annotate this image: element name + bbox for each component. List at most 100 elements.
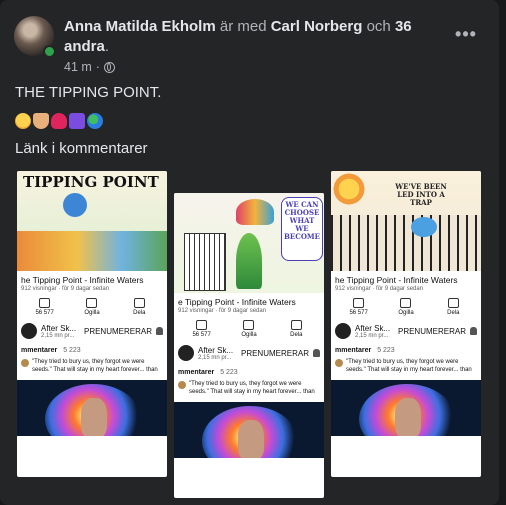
- video-stats: 912 visningar · för 9 dagar sedan: [21, 286, 110, 292]
- channel-name[interactable]: After Sk...: [41, 324, 76, 333]
- post-header: Anna Matilda Ekholm är med Carl Norberg …: [64, 17, 444, 57]
- video-stats: 912 visningar · för 9 dagar sedan: [178, 308, 267, 314]
- subscribe-button[interactable]: PRENUMERERAR: [241, 349, 309, 358]
- globe-icon: [87, 113, 103, 129]
- video-stats: 912 visningar · för 9 dagar sedan: [335, 286, 424, 292]
- period: .: [104, 38, 110, 55]
- video-title[interactable]: he Tipping Point - Infinite Waters: [17, 271, 167, 285]
- top-comment: "They tried to bury us, they forgot we w…: [17, 357, 167, 376]
- subscribe-button[interactable]: PRENUMERERAR: [84, 327, 152, 336]
- comments-header[interactable]: mmentarer 5 223: [17, 344, 167, 357]
- comments-label: mmentarer: [178, 369, 215, 376]
- channel-name[interactable]: After Sk...: [355, 324, 390, 333]
- comments-count: 5 223: [220, 369, 238, 376]
- video-preview[interactable]: [174, 402, 324, 458]
- dislike-label: Ogilla: [398, 310, 414, 316]
- comments-header[interactable]: mmentarer 5 223: [331, 344, 481, 357]
- like-count: 56 577: [192, 332, 211, 338]
- video-preview[interactable]: [17, 380, 167, 436]
- video-thumbnail-1[interactable]: TIPPING POINT he Tipping Point - Infinit…: [17, 171, 167, 477]
- smiling-face-with-hearts-icon: [15, 113, 31, 129]
- post-time[interactable]: 41 m: [64, 60, 92, 74]
- like-button[interactable]: 56 577: [187, 320, 217, 338]
- video-thumbnail-2[interactable]: WE CAN CHOOSE WHAT WE BECOME e Tipping P…: [174, 193, 324, 498]
- with-text: är med: [215, 18, 271, 35]
- red-heart-icon: [51, 113, 67, 129]
- channel-name[interactable]: After Sk...: [198, 346, 233, 355]
- earth-drawing: [63, 193, 87, 217]
- channel-avatar[interactable]: [178, 345, 194, 361]
- plant-drawing: [236, 233, 262, 289]
- action-row: 56 577 Ogilla Dela: [331, 292, 481, 318]
- speaker-image: [238, 420, 264, 458]
- action-row: 56 577 Ogilla Dela: [17, 292, 167, 318]
- comment-text: "They tried to bury us, they forgot we w…: [346, 359, 472, 373]
- thumbs-up-icon: [353, 298, 365, 308]
- commenter-avatar: [21, 359, 29, 367]
- figures-drawing: [411, 217, 437, 237]
- comments-count: 5 223: [63, 347, 81, 354]
- link-in-comments: Länk i kommentarer: [15, 140, 148, 157]
- comments-header[interactable]: mmentarer 5 223: [174, 366, 324, 379]
- post-meta: 41 m ·: [64, 60, 115, 74]
- share-icon: [447, 298, 459, 308]
- share-label: Dela: [133, 310, 146, 316]
- channel-avatar[interactable]: [335, 323, 351, 339]
- art-title: TIPPING POINT: [23, 173, 159, 191]
- illustration: WE'VE BEEN LED INTO A TRAP: [331, 171, 481, 271]
- speaker-image: [395, 398, 421, 436]
- comments-count: 5 223: [377, 347, 395, 354]
- share-label: Dela: [447, 310, 460, 316]
- like-button[interactable]: 56 577: [344, 298, 374, 316]
- dislike-button[interactable]: Ogilla: [77, 298, 107, 316]
- thumbs-down-icon: [86, 298, 98, 308]
- sparkles-icon: [69, 113, 85, 129]
- channel-subscribers: 2,15 mn pr...: [198, 354, 232, 361]
- channel-avatar[interactable]: [21, 323, 37, 339]
- post-card: Anna Matilda Ekholm är med Carl Norberg …: [0, 0, 499, 505]
- channel-row: After Sk... 2,15 mn pr... PRENUMERERAR: [174, 340, 324, 366]
- meta-dot: ·: [95, 60, 100, 74]
- art-title: WE'VE BEEN LED INTO A TRAP: [395, 182, 447, 207]
- more-options-button[interactable]: •••: [454, 22, 478, 46]
- share-icon: [290, 320, 302, 330]
- bell-icon[interactable]: [470, 327, 477, 335]
- channel-row: After Sk... 2,15 mn pr... PRENUMERERAR: [17, 318, 167, 344]
- author-name[interactable]: Anna Matilda Ekholm: [64, 18, 216, 35]
- share-button[interactable]: Dela: [438, 298, 468, 316]
- city-drawing: [331, 215, 481, 271]
- thumbs-down-icon: [243, 320, 255, 330]
- bell-icon[interactable]: [313, 349, 320, 357]
- video-title[interactable]: he Tipping Point - Infinite Waters: [331, 271, 481, 285]
- action-row: 56 577 Ogilla Dela: [174, 314, 324, 340]
- butterfly-drawing: [236, 199, 274, 225]
- comments-label: mmentarer: [335, 347, 372, 354]
- comment-text: "They tried to bury us, they forgot we w…: [32, 359, 158, 373]
- thumbs-down-icon: [400, 298, 412, 308]
- illustration: WE CAN CHOOSE WHAT WE BECOME: [174, 193, 324, 293]
- dislike-button[interactable]: Ogilla: [391, 298, 421, 316]
- video-thumbnail-3[interactable]: WE'VE BEEN LED INTO A TRAP he Tipping Po…: [331, 171, 481, 477]
- comments-label: mmentarer: [21, 347, 58, 354]
- subscribe-button[interactable]: PRENUMERERAR: [398, 327, 466, 336]
- speaker-image: [81, 398, 107, 436]
- dislike-label: Ogilla: [241, 332, 257, 338]
- dislike-label: Ogilla: [84, 310, 100, 316]
- video-preview[interactable]: [331, 380, 481, 436]
- tagged-name[interactable]: Carl Norberg: [271, 18, 363, 35]
- art-title: WE CAN CHOOSE WHAT WE BECOME: [284, 200, 321, 241]
- globe-icon: [103, 61, 115, 73]
- bell-icon[interactable]: [156, 327, 163, 335]
- online-indicator: [43, 45, 56, 58]
- like-button[interactable]: 56 577: [30, 298, 60, 316]
- cage-drawing: [184, 233, 226, 291]
- sun-drawing: [331, 171, 367, 207]
- dislike-button[interactable]: Ogilla: [234, 320, 264, 338]
- like-count: 56 577: [349, 310, 368, 316]
- video-title[interactable]: e Tipping Point - Infinite Waters: [174, 293, 324, 307]
- landscape-drawing: [17, 231, 167, 271]
- share-button[interactable]: Dela: [124, 298, 154, 316]
- share-button[interactable]: Dela: [281, 320, 311, 338]
- thumbs-up-icon: [196, 320, 208, 330]
- commenter-avatar: [335, 359, 343, 367]
